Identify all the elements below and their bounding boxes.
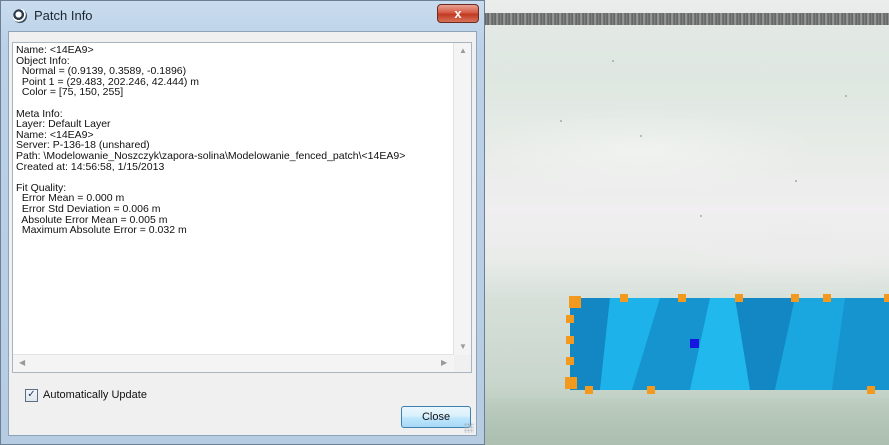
info-line: Created at: 14:56:58, 1/15/2013	[16, 160, 165, 173]
auto-update-label[interactable]: Automatically Update	[43, 389, 147, 401]
scene-top-edge	[485, 13, 889, 25]
auto-update-checkbox-row[interactable]: ✓ Automatically Update	[25, 387, 147, 403]
patch-center-marker[interactable]	[690, 339, 699, 348]
point-speckle	[845, 95, 847, 97]
scroll-up-icon[interactable]: ▲	[459, 47, 467, 55]
fence-handle[interactable]	[678, 294, 686, 302]
fence-handle[interactable]	[585, 386, 593, 394]
info-line: Maximum Absolute Error = 0.032 m	[16, 224, 187, 237]
patch-info-text-area[interactable]: Name: <14EA9> Object Info: Normal = (0.9…	[12, 42, 472, 373]
dialog-body: Name: <14EA9> Object Info: Normal = (0.9…	[8, 31, 477, 436]
fence-handle[interactable]	[735, 294, 743, 302]
auto-update-checkbox[interactable]: ✓	[25, 388, 38, 402]
vertical-scrollbar[interactable]: ▲ ▼	[453, 43, 471, 356]
point-speckle	[640, 135, 642, 137]
scroll-down-icon[interactable]: ▼	[459, 343, 467, 351]
scroll-corner	[454, 355, 471, 372]
fence-handle[interactable]	[566, 336, 574, 344]
title-bar[interactable]: Patch Info x	[1, 1, 484, 31]
fence-handle[interactable]	[884, 294, 889, 302]
point-speckle	[795, 180, 797, 182]
window-title: Patch Info	[34, 8, 93, 23]
close-icon[interactable]: x	[437, 4, 479, 23]
close-button[interactable]: Close	[401, 406, 471, 428]
fence-handle[interactable]	[565, 377, 577, 389]
app-swirl-icon	[13, 9, 27, 23]
scene-bottom-edge	[485, 398, 889, 445]
fence-handle[interactable]	[823, 294, 831, 302]
fence-handle[interactable]	[791, 294, 799, 302]
horizontal-scrollbar[interactable]: ◀ ▶	[13, 354, 454, 372]
scroll-right-icon[interactable]: ▶	[441, 359, 447, 367]
fence-handle[interactable]	[566, 357, 574, 365]
patch-info-text: Name: <14EA9> Object Info: Normal = (0.9…	[16, 45, 405, 236]
fence-handle[interactable]	[569, 296, 581, 308]
fenced-patch-shading	[570, 298, 889, 390]
fence-handle[interactable]	[620, 294, 628, 302]
scroll-left-icon[interactable]: ◀	[19, 359, 25, 367]
fenced-patch[interactable]	[570, 298, 889, 390]
patch-info-window: Patch Info x Name: <14EA9> Object Info: …	[0, 0, 485, 445]
info-line: Color = [75, 150, 255]	[16, 86, 124, 99]
point-speckle	[612, 60, 614, 62]
point-speckle	[700, 215, 702, 217]
resize-grip-icon[interactable]	[464, 423, 474, 433]
fence-handle[interactable]	[647, 386, 655, 394]
fence-handle[interactable]	[867, 386, 875, 394]
point-speckle	[560, 120, 562, 122]
fence-handle[interactable]	[566, 315, 574, 323]
